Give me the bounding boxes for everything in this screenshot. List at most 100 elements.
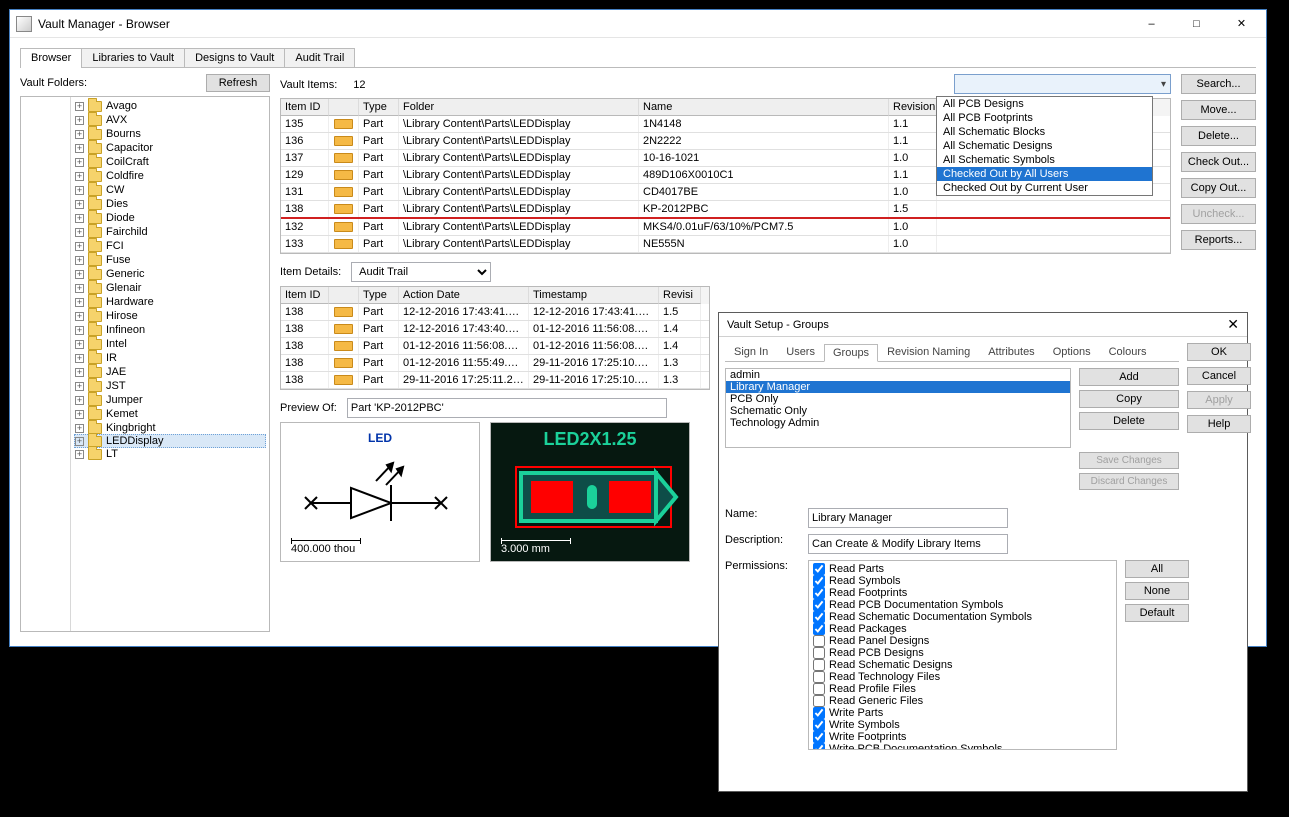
expand-icon[interactable]: + [75,270,84,279]
expand-icon[interactable]: + [75,228,84,237]
dialog-tab-colours[interactable]: Colours [1100,343,1156,361]
none-button[interactable]: None [1125,582,1189,600]
folder-item[interactable]: +Capacitor [71,141,269,155]
permission-checkbox[interactable] [813,587,825,599]
group-name-field[interactable] [808,508,1008,528]
permission-checkbox[interactable] [813,671,825,683]
close-button[interactable]: ✕ [1219,11,1264,37]
permission-item[interactable]: Write PCB Documentation Symbols [811,743,1114,750]
groups-list[interactable]: adminLibrary ManagerPCB OnlySchematic On… [725,368,1071,448]
folder-item[interactable]: +Kingbright [71,421,269,435]
dropdown-option[interactable]: All Schematic Symbols [937,153,1152,167]
permission-checkbox[interactable] [813,623,825,635]
permission-checkbox[interactable] [813,731,825,743]
group-item[interactable]: Schematic Only [726,405,1070,417]
expand-icon[interactable]: + [75,298,84,307]
permission-item[interactable]: Read PCB Designs [811,647,1114,659]
group-item[interactable]: admin [726,369,1070,381]
permission-checkbox[interactable] [813,683,825,695]
maximize-button[interactable]: □ [1174,11,1219,37]
permission-item[interactable]: Read Schematic Documentation Symbols [811,611,1114,623]
folder-item[interactable]: +Jumper [71,393,269,407]
default-button[interactable]: Default [1125,604,1189,622]
folder-item[interactable]: +Hardware [71,295,269,309]
all-button[interactable]: All [1125,560,1189,578]
dialog-tab-attributes[interactable]: Attributes [979,343,1043,361]
permission-item[interactable]: Write Footprints [811,731,1114,743]
table-row[interactable]: 132Part\Library Content\Parts\LEDDisplay… [281,219,1170,236]
folder-item[interactable]: +Diode [71,211,269,225]
expand-icon[interactable]: + [75,340,84,349]
audit-grid[interactable]: Item IDTypeAction DateTimestampRevisi 13… [280,286,710,390]
expand-icon[interactable]: + [75,437,84,446]
folder-item[interactable]: +Infineon [71,323,269,337]
tab-browser[interactable]: Browser [20,48,82,67]
column-header[interactable]: Type [359,287,399,304]
add-button[interactable]: Add [1079,368,1179,386]
folder-item[interactable]: +Bourns [71,127,269,141]
dropdown-option[interactable]: All Schematic Blocks [937,125,1152,139]
table-row[interactable]: 138Part12-12-2016 17:43:41.23012-12-2016… [281,304,709,321]
tab-audit-trail[interactable]: Audit Trail [284,48,355,67]
expand-icon[interactable]: + [75,172,84,181]
expand-icon[interactable]: + [75,382,84,391]
column-header[interactable]: Timestamp [529,287,659,304]
check-out-button[interactable]: Check Out... [1181,152,1256,172]
folder-item[interactable]: +Generic [71,267,269,281]
permission-checkbox[interactable] [813,695,825,707]
group-item[interactable]: PCB Only [726,393,1070,405]
column-header[interactable]: Item ID [281,99,329,116]
permission-checkbox[interactable] [813,743,825,750]
folder-item[interactable]: +CW [71,183,269,197]
expand-icon[interactable]: + [75,102,84,111]
table-row[interactable]: 138Part\Library Content\Parts\LEDDisplay… [281,201,1170,219]
permission-item[interactable]: Read Footprints [811,587,1114,599]
column-header[interactable] [329,287,359,304]
cancel-button[interactable]: Cancel [1187,367,1251,385]
permission-checkbox[interactable] [813,635,825,647]
folder-item[interactable]: +Intel [71,337,269,351]
table-row[interactable]: 138Part29-11-2016 17:25:11.23429-11-2016… [281,372,709,389]
dialog-close-button[interactable]: ✕ [1227,316,1239,333]
filter-combo[interactable]: ▾ [954,74,1171,94]
folder-item[interactable]: +JAE [71,365,269,379]
expand-icon[interactable]: + [75,326,84,335]
dialog-tab-revision-naming[interactable]: Revision Naming [878,343,979,361]
expand-icon[interactable]: + [75,450,84,459]
expand-icon[interactable]: + [75,396,84,405]
folder-item[interactable]: +LT [71,447,269,461]
folder-item[interactable]: +Coldfire [71,169,269,183]
permission-item[interactable]: Read Generic Files [811,695,1114,707]
table-row[interactable]: 138Part01-12-2016 11:56:08.19601-12-2016… [281,338,709,355]
permission-checkbox[interactable] [813,575,825,587]
permission-item[interactable]: Write Parts [811,707,1114,719]
column-header[interactable]: Item ID [281,287,329,304]
filter-dropdown[interactable]: All PCB DesignsAll PCB FootprintsAll Sch… [936,96,1153,196]
expand-icon[interactable]: + [75,256,84,265]
permission-checkbox[interactable] [813,647,825,659]
permission-item[interactable]: Read Technology Files [811,671,1114,683]
refresh-button[interactable]: Refresh [206,74,270,92]
permission-checkbox[interactable] [813,563,825,575]
dropdown-option[interactable]: Checked Out by Current User [937,181,1152,195]
expand-icon[interactable]: + [75,130,84,139]
expand-icon[interactable]: + [75,116,84,125]
permission-checkbox[interactable] [813,611,825,623]
group-desc-field[interactable] [808,534,1008,554]
table-row[interactable]: 133Part\Library Content\Parts\LEDDisplay… [281,236,1170,253]
folder-item[interactable]: +LEDDisplay [74,434,266,448]
dropdown-option[interactable]: Checked Out by All Users [937,167,1152,181]
column-header[interactable]: Type [359,99,399,116]
dropdown-option[interactable]: All PCB Footprints [937,111,1152,125]
preview-of-field[interactable] [347,398,667,418]
dropdown-option[interactable]: All Schematic Designs [937,139,1152,153]
folder-item[interactable]: +CoilCraft [71,155,269,169]
help-button[interactable]: Help [1187,415,1251,433]
permission-item[interactable]: Read Profile Files [811,683,1114,695]
copy-out-button[interactable]: Copy Out... [1181,178,1256,198]
permission-item[interactable]: Read Panel Designs [811,635,1114,647]
folder-item[interactable]: +Fairchild [71,225,269,239]
move-button[interactable]: Move... [1181,100,1256,120]
item-details-combo[interactable]: Audit Trail [351,262,491,282]
column-header[interactable]: Name [639,99,889,116]
